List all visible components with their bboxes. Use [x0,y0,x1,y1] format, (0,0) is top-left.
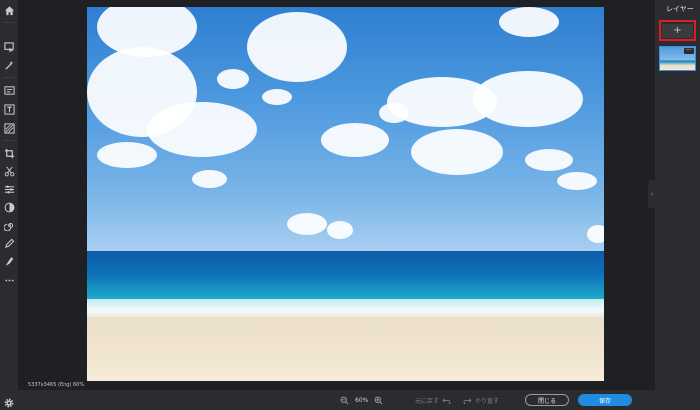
cloud [147,102,257,157]
spiral-icon[interactable] [3,219,15,231]
filter-icon[interactable] [3,201,15,213]
adjust-image-icon[interactable] [3,84,15,96]
arrange-icon[interactable] [3,41,15,53]
layers-panel-title: レイヤー [666,5,694,13]
layer-more-icon[interactable]: ··· [684,48,694,54]
cloud [247,12,347,82]
zoom-out-icon[interactable] [340,396,349,405]
redo-label: やり直す [475,397,500,405]
magic-icon[interactable] [3,59,15,71]
zoom-controls: 60% [340,395,383,405]
cloud [557,172,597,190]
draw-icon[interactable] [3,237,15,249]
cloud [499,7,559,37]
cloud [525,149,573,171]
undo-icon [442,397,451,404]
cloud [97,142,157,168]
gear-icon[interactable] [3,394,15,408]
cloud [473,71,583,127]
undo-label: 元に戻す [415,397,440,405]
plus-icon: + [673,24,682,36]
close-button[interactable]: 閉じる [525,394,569,406]
cloud [411,129,503,175]
texture-icon[interactable] [3,122,15,134]
photo-editor-app: 5337x3465 (Eng) 60% › レイヤー + ··· 60% 元に戻… [0,0,700,410]
save-button[interactable]: 保存 [578,394,632,406]
zoom-in-icon[interactable] [374,396,383,405]
cloud [262,89,292,105]
cloud [217,69,249,89]
add-layer-highlight: + [659,20,696,41]
layers-panel: レイヤー + ··· [655,0,700,410]
bottom-bar: 60% 元に戻す やり直す 閉じる 保存 [0,390,700,410]
add-layer-button[interactable]: + [662,23,693,38]
adjust-icon[interactable] [3,183,15,195]
rail-divider [3,77,15,78]
cloud [287,213,327,235]
cloud [192,170,227,188]
beach-photo[interactable] [87,7,604,381]
redo-icon [463,397,472,404]
cloud [327,221,353,239]
cut-icon[interactable] [3,165,15,177]
canvas-stage: 5337x3465 (Eng) 60% [18,0,655,390]
crop-icon[interactable] [3,147,15,159]
photo-sand [87,317,604,381]
left-tool-rail [0,0,18,410]
photo-surf [87,299,604,319]
chevron-right-icon: › [650,190,654,198]
cloud [587,225,604,243]
layer-thumbnail[interactable]: ··· [659,46,696,71]
image-dimensions-label: 5337x3465 (Eng) 60% [28,382,85,388]
history-controls: 元に戻す やり直す [415,395,499,405]
cloud [321,123,389,157]
text-icon[interactable] [3,103,15,115]
rail-divider [3,140,15,141]
rail-divider [3,22,15,23]
redo-button[interactable]: やり直す [463,396,499,405]
undo-button[interactable]: 元に戻す [415,396,451,405]
retouch-icon[interactable] [3,255,15,267]
more-icon[interactable] [3,274,15,286]
home-icon[interactable] [3,4,15,16]
zoom-value[interactable]: 60% [355,397,368,404]
